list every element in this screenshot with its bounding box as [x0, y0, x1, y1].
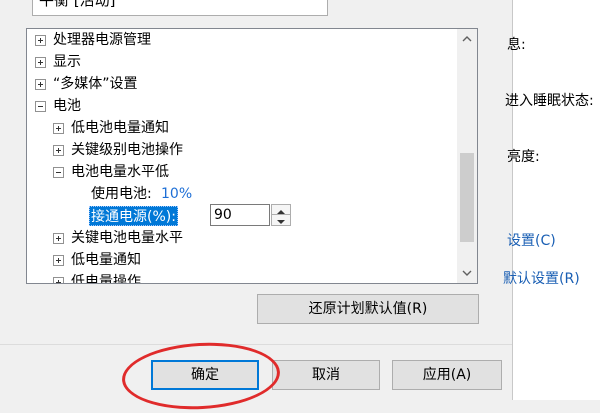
- apply-button[interactable]: 应用(A): [392, 360, 502, 390]
- bg-text-line: 进入睡眠状态:: [505, 93, 594, 109]
- tree-item-label: “多媒体”设置: [53, 76, 138, 92]
- triangle-down-icon: [277, 220, 285, 224]
- restore-defaults-button[interactable]: 还原计划默认值(R): [257, 294, 479, 324]
- cancel-button[interactable]: 取消: [272, 360, 380, 390]
- background-window-strip: 息: 进入睡眠状态: 亮度: 设置(C) 默认设置(R): [503, 0, 600, 400]
- collapse-minus-icon[interactable]: [35, 101, 46, 112]
- plugged-setting-row: 接通电源(%):: [89, 205, 211, 227]
- tree-item-label: 关键电池电量水平: [71, 230, 183, 246]
- expand-plus-icon[interactable]: [53, 255, 64, 266]
- expand-plus-icon[interactable]: [53, 233, 64, 244]
- expand-plus-icon[interactable]: [35, 79, 46, 90]
- tree-item-label: 电池: [53, 98, 81, 114]
- tree-item-label: 低电量通知: [71, 252, 141, 268]
- scroll-thumb[interactable]: [460, 153, 474, 242]
- chevron-down-icon: [462, 270, 472, 276]
- spin-down-button[interactable]: [272, 215, 290, 225]
- tree-scrollbar[interactable]: [457, 29, 477, 283]
- plugged-percent-input[interactable]: 90: [210, 204, 270, 226]
- bg-settings-link[interactable]: 设置(C): [507, 230, 556, 250]
- tree-item-label: 处理器电源管理: [53, 32, 151, 48]
- expand-plus-icon[interactable]: [53, 277, 64, 283]
- bg-text-line: 亮度:: [507, 149, 540, 165]
- red-annotation-ellipse: [120, 338, 282, 413]
- battery-setting-value[interactable]: 10%: [161, 183, 192, 205]
- battery-setting-label: 使用电池:: [91, 186, 152, 202]
- power-plan-dropdown[interactable]: 平衡 [活动]: [32, 0, 328, 16]
- tree-item-label: 电池电量水平低: [71, 164, 169, 180]
- spin-up-button[interactable]: [272, 205, 290, 215]
- bg-restore-defaults-link[interactable]: 默认设置(R): [503, 268, 580, 288]
- power-options-dialog: 平衡 [活动] 处理器电源管理 显示 “多媒体”设置 电池 低电池电量通知 关键…: [0, 0, 512, 413]
- plugged-setting-label: 接通电源(%):: [89, 206, 178, 226]
- scroll-up-button[interactable]: [457, 29, 477, 49]
- expand-plus-icon[interactable]: [35, 57, 46, 68]
- advanced-settings-tree: 处理器电源管理 显示 “多媒体”设置 电池 低电池电量通知 关键级别电池操作 电…: [26, 28, 478, 284]
- expand-plus-icon[interactable]: [35, 35, 46, 46]
- chevron-up-icon: [462, 36, 472, 42]
- tree-item-label: 低电池电量通知: [71, 120, 169, 136]
- expand-plus-icon[interactable]: [53, 123, 64, 134]
- expand-plus-icon[interactable]: [53, 145, 64, 156]
- chevron-down-icon: [309, 0, 321, 1]
- tree-item-label: 低电量操作: [71, 274, 141, 284]
- footer-divider: [0, 344, 512, 345]
- tree-item-label: 关键级别电池操作: [71, 142, 183, 158]
- scroll-down-button[interactable]: [457, 263, 477, 283]
- percent-spinner[interactable]: [271, 204, 291, 226]
- collapse-minus-icon[interactable]: [53, 167, 64, 178]
- bg-text-line: 息:: [507, 37, 526, 53]
- power-plan-value: 平衡 [活动]: [39, 0, 116, 9]
- tree-item-label: 显示: [53, 54, 81, 70]
